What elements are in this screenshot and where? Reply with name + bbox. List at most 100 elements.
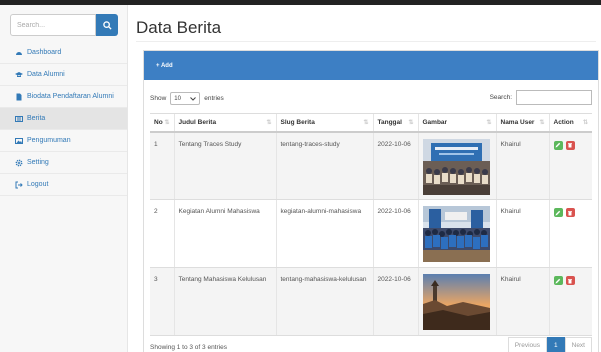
sidebar-item-dashboard[interactable]: Dashboard: [0, 42, 127, 64]
gear-icon: [15, 159, 23, 167]
title-divider: [136, 41, 596, 42]
news-panel: + Add Show 10 entries Search: No ⇅ Judul …: [143, 50, 599, 352]
search-button[interactable]: [96, 14, 118, 36]
sidebar-item-berita[interactable]: Berita: [0, 108, 127, 130]
pagination: Previous 1 Next: [507, 337, 592, 352]
sidebar-item-label: Data Alumni: [27, 71, 65, 78]
sidebar-item-label: Logout: [27, 181, 49, 188]
previous-button[interactable]: Previous: [507, 337, 547, 352]
page-title: Data Berita: [136, 18, 222, 37]
col-slug[interactable]: Slug Berita ⇅: [275, 113, 373, 133]
pencil-icon: [555, 142, 561, 148]
search-icon: [102, 20, 112, 30]
col-label: Gambar: [422, 118, 448, 126]
sidebar-item-pengumuman[interactable]: Pengumuman: [0, 130, 127, 152]
graduation-cap-icon: [15, 71, 23, 79]
col-no[interactable]: No ⇅: [150, 113, 174, 133]
cell-slug: tentang-mahasiswa-kelulusan: [275, 267, 373, 336]
col-action[interactable]: Action ⇅: [548, 113, 592, 133]
sidebar-item-biodata[interactable]: Biodata Pendaftaran Alumni: [0, 86, 127, 108]
edit-button[interactable]: [553, 208, 563, 217]
entries-label: entries: [204, 95, 224, 102]
table-row: 3 Tentang Mahasiswa Kelulusan tentang-ma…: [150, 267, 592, 336]
entries-value: 10: [174, 95, 181, 102]
cell-no: 1: [150, 131, 174, 200]
col-user[interactable]: Nama User ⇅: [495, 113, 549, 133]
panel-header: + Add: [144, 51, 598, 80]
search-label: Search:: [489, 94, 512, 101]
cell-user: Khairul: [495, 199, 549, 268]
image-icon: [15, 137, 23, 145]
page-1-button[interactable]: 1: [547, 337, 565, 352]
table-controls: Show 10 entries Search:: [150, 90, 592, 106]
sidebar-item-data-alumni[interactable]: Data Alumni: [0, 64, 127, 86]
table-header-row: No ⇅ Judul Berita ⇅ Slug Berita ⇅ Tanggal ⇅ …: [150, 113, 592, 133]
col-judul[interactable]: Judul Berita ⇅: [173, 113, 276, 133]
search-input[interactable]: [10, 14, 96, 36]
table-row: 2 Kegiatan Alumni Mahasiswa kegiatan-alu…: [150, 199, 592, 268]
sidebar-item-logout[interactable]: Logout: [0, 174, 127, 196]
delete-button[interactable]: [565, 276, 575, 285]
cell-gambar: [417, 267, 496, 336]
table-row: 1 Tentang Traces Study tentang-traces-st…: [150, 131, 592, 200]
col-gambar[interactable]: Gambar ⇅: [417, 113, 496, 133]
pencil-icon: [555, 210, 561, 215]
cell-gambar: [417, 131, 496, 200]
add-button[interactable]: + Add: [156, 63, 173, 69]
cell-user: Khairul: [495, 267, 549, 336]
sort-icon: ⇅: [408, 120, 414, 126]
news-thumbnail: [422, 138, 490, 195]
sidebar-item-setting[interactable]: Setting: [0, 152, 127, 174]
file-icon: [15, 93, 23, 101]
cell-judul: Kegiatan Alumni Mahasiswa: [173, 199, 276, 268]
col-label: Slug Berita: [280, 118, 315, 126]
chevron-down-icon: [190, 96, 197, 101]
cell-tanggal: 2022-10-06: [372, 267, 418, 336]
col-label: Tanggal: [377, 118, 402, 126]
show-label: Show: [150, 95, 167, 102]
sort-icon: ⇅: [539, 120, 545, 126]
col-label: Judul Berita: [178, 118, 217, 126]
dashboard-icon: [15, 49, 23, 57]
cell-slug: kegiatan-alumni-mahasiswa: [275, 199, 373, 268]
cell-action: [548, 267, 592, 336]
sort-icon: ⇅: [363, 120, 369, 126]
sidebar-item-label: Berita: [27, 115, 46, 122]
sort-icon: ⇅: [486, 120, 492, 126]
entries-select[interactable]: 10: [170, 92, 201, 105]
sidebar-nav: Dashboard Data Alumni Biodata Pendaftara…: [0, 42, 127, 196]
sidebar-item-label: Setting: [27, 159, 49, 166]
sort-icon: ⇅: [164, 120, 170, 126]
news-thumbnail: [422, 274, 490, 330]
sidebar: Dashboard Data Alumni Biodata Pendaftara…: [0, 5, 128, 352]
cell-no: 3: [150, 267, 174, 336]
delete-button[interactable]: [565, 208, 575, 217]
cell-no: 2: [150, 199, 174, 268]
col-label: Action: [553, 118, 574, 126]
cell-tanggal: 2022-10-06: [372, 131, 418, 200]
sort-icon: ⇅: [266, 120, 272, 126]
sidebar-item-label: Dashboard: [27, 49, 62, 56]
table-search-input[interactable]: [516, 90, 592, 105]
col-label: No: [154, 118, 163, 126]
sort-icon: ⇅: [582, 120, 588, 126]
cell-slug: tentang-traces-study: [275, 131, 373, 200]
news-thumbnail: [422, 206, 490, 262]
newspaper-icon: [15, 115, 23, 123]
next-button[interactable]: Next: [564, 337, 592, 352]
sidebar-item-label: Pengumuman: [27, 137, 71, 144]
col-label: Nama User: [500, 118, 535, 126]
edit-button[interactable]: [553, 276, 563, 285]
trash-icon: [568, 143, 572, 148]
cell-action: [548, 199, 592, 268]
news-table: No ⇅ Judul Berita ⇅ Slug Berita ⇅ Tanggal ⇅ …: [150, 113, 592, 336]
cell-user: Khairul: [495, 131, 549, 200]
table-footer: Showing 1 to 3 of 3 entries Previous 1 N…: [150, 337, 592, 352]
edit-button[interactable]: [553, 140, 563, 150]
trash-icon: [568, 210, 572, 215]
cell-judul: Tentang Traces Study: [173, 131, 276, 200]
delete-button[interactable]: [565, 140, 575, 150]
col-tanggal[interactable]: Tanggal ⇅: [372, 113, 418, 133]
pencil-icon: [555, 278, 561, 283]
table-info: Showing 1 to 3 of 3 entries: [150, 344, 227, 351]
